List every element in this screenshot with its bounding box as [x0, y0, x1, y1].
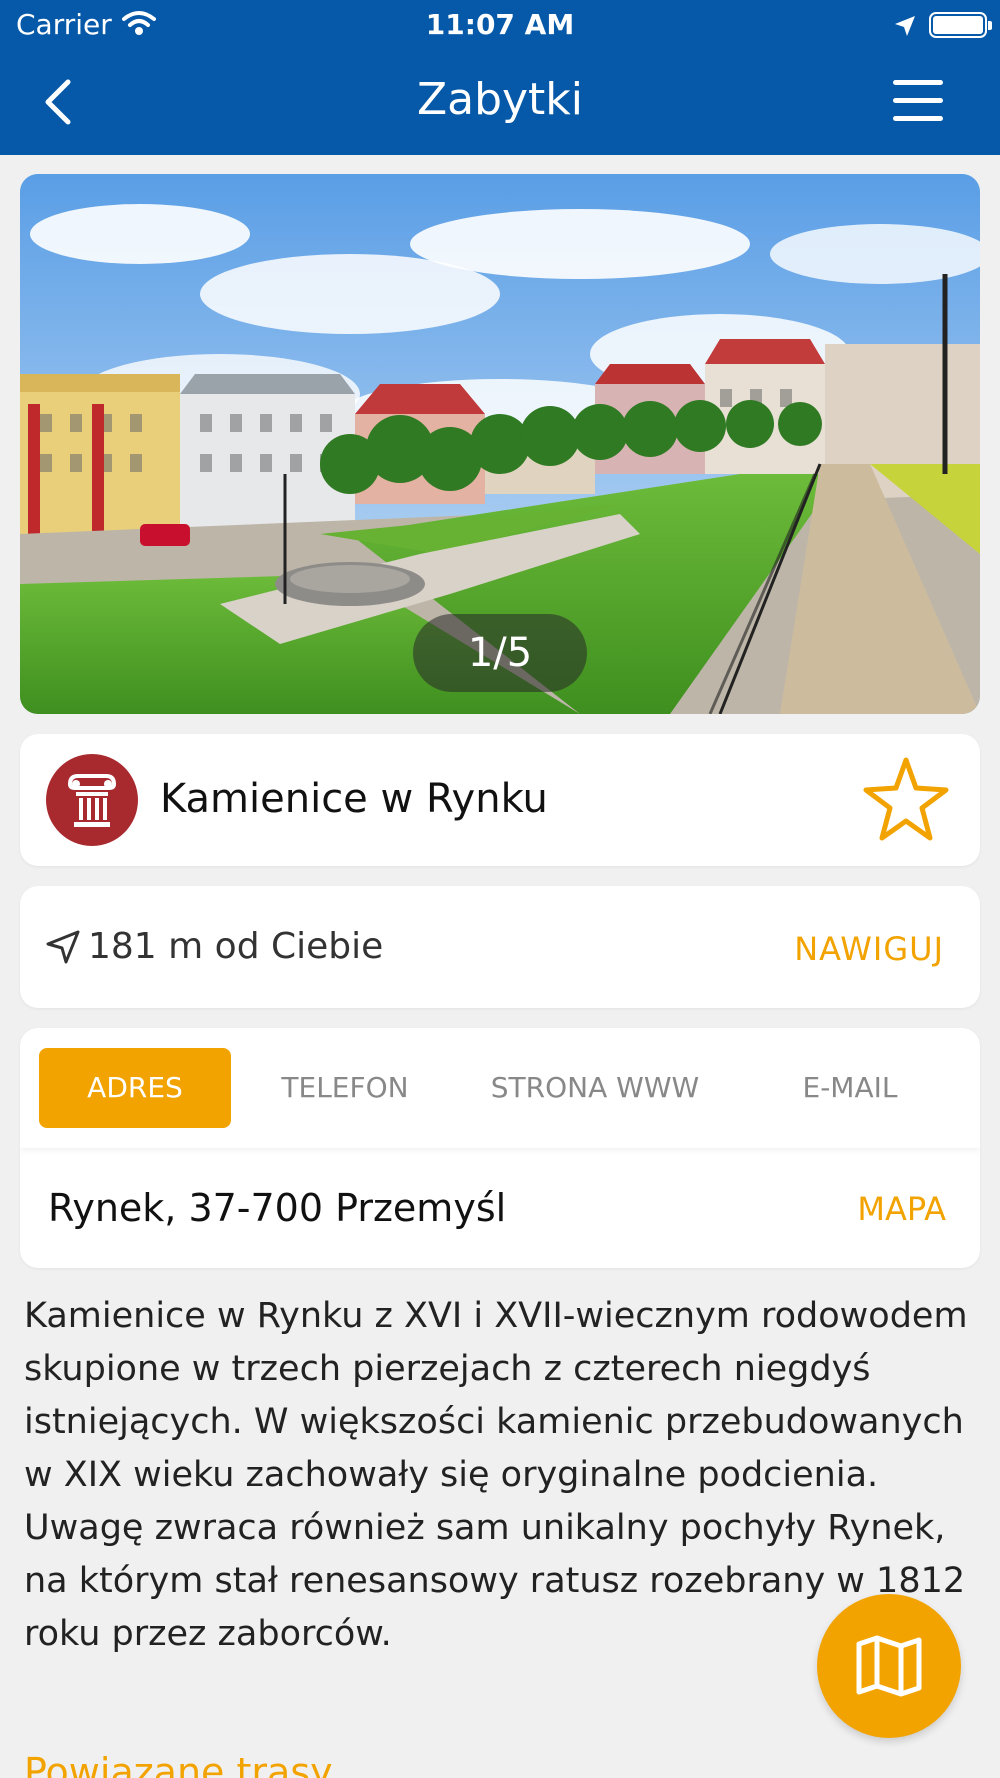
navigation-arrow-icon: [44, 928, 82, 966]
tab-phone[interactable]: TELEFON: [250, 1048, 440, 1128]
app-header: Carrier 11:07 AM Zabytki: [0, 0, 1000, 155]
hamburger-menu-icon: [893, 80, 943, 85]
related-routes-heading: Powiązane trasy: [24, 1750, 333, 1778]
favorite-button[interactable]: [860, 754, 952, 846]
contact-card: ADRES TELEFON STRONA WWW E-MAIL Rynek, 3…: [20, 1028, 980, 1268]
contact-tabs: ADRES TELEFON STRONA WWW E-MAIL: [20, 1028, 980, 1148]
photo-gallery[interactable]: 1/5: [20, 174, 980, 714]
distance-card: 181 m od Ciebie NAWIGUJ: [20, 886, 980, 1008]
tab-email[interactable]: E-MAIL: [750, 1048, 950, 1128]
tab-address[interactable]: ADRES: [39, 1048, 231, 1128]
navigate-button[interactable]: NAWIGUJ: [794, 930, 944, 968]
poi-title-card: Kamienice w Rynku: [20, 734, 980, 866]
description-text: Kamienice w Rynku z XVI i XVII-wiecznym …: [24, 1296, 968, 1654]
map-button[interactable]: MAPA: [857, 1190, 946, 1228]
location-arrow-icon: [893, 12, 917, 45]
folded-map-icon: [856, 1635, 922, 1697]
gallery-counter: 1/5: [413, 614, 587, 692]
column-monument-icon: [46, 754, 138, 846]
map-fab-button[interactable]: [817, 1594, 961, 1738]
status-bar: Carrier 11:07 AM: [0, 0, 1000, 50]
address-text: Rynek, 37-700 Przemyśl: [48, 1186, 507, 1230]
menu-button[interactable]: [893, 80, 943, 122]
page-title: Zabytki: [416, 74, 584, 125]
clock: 11:07 AM: [425, 8, 575, 41]
star-outline-icon: [863, 757, 949, 841]
poi-name: Kamienice w Rynku: [160, 776, 548, 822]
battery-icon: [929, 12, 992, 38]
distance-text: 181 m od Ciebie: [88, 926, 384, 967]
tab-website[interactable]: STRONA WWW: [470, 1048, 720, 1128]
